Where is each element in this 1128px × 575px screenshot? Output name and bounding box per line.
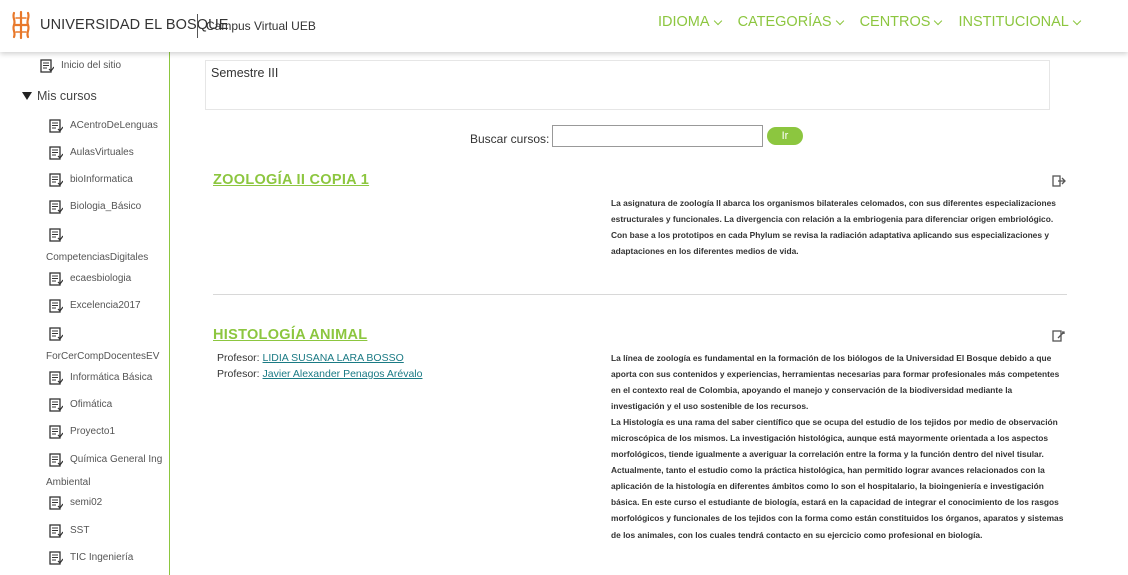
sidebar-course-item[interactable]: Biologia_Básico (70, 201, 141, 212)
nav-idioma[interactable]: IDIOMA (658, 14, 722, 30)
top-header: UNIVERSIDAD EL BOSQUE Campus Virtual UEB… (0, 0, 1128, 52)
course-page-icon (49, 146, 63, 160)
course-page-icon (49, 496, 63, 510)
nav-categorias-label: CATEGORÍAS (737, 14, 832, 30)
enrol-key-icon[interactable] (1052, 329, 1066, 343)
nav-centros[interactable]: CENTROS (859, 14, 943, 30)
chevron-down-icon (934, 16, 943, 25)
nav-centros-label: CENTROS (859, 14, 931, 30)
teacher-line: Profesor: LIDIA SUSANA LARA BOSSO (217, 352, 404, 364)
brand-divider (197, 14, 198, 38)
sidebar-course-item[interactable]: ecaesbiologia (70, 273, 131, 284)
expanded-triangle-icon (22, 92, 32, 100)
sidebar-course-item[interactable]: CompetenciasDigitales (46, 252, 148, 263)
course-page-icon (49, 524, 63, 538)
sidebar-course-item[interactable]: semi02 (70, 497, 102, 508)
enrol-arrow-icon[interactable] (1052, 174, 1066, 188)
teacher-link[interactable]: LIDIA SUSANA LARA BOSSO (263, 352, 404, 364)
search-go-button[interactable]: Ir (767, 127, 803, 145)
sidebar-item-inicio[interactable]: Inicio del sitio (61, 60, 121, 71)
course-page-icon (49, 453, 63, 467)
sidebar-course-item[interactable]: AulasVirtuales (70, 147, 134, 158)
course-page-icon (49, 371, 63, 385)
sidebar-course-item[interactable]: Ofimática (70, 399, 112, 410)
sidebar-navigation: Inicio del sitio Mis cursos ACentroDeLen… (0, 52, 170, 575)
nav-categorias[interactable]: CATEGORÍAS (737, 14, 844, 30)
search-courses-input[interactable] (552, 125, 763, 147)
sidebar-course-item[interactable]: ForCerCompDocentesEV (46, 351, 159, 362)
course-page-icon (49, 272, 63, 286)
category-description-box: Semestre III (205, 60, 1050, 110)
course-divider (213, 294, 1067, 295)
course-page-icon (49, 228, 63, 242)
course-page-icon (49, 398, 63, 412)
course-summary: La línea de zoología es fundamental en l… (611, 350, 1066, 543)
course-page-icon (49, 173, 63, 187)
university-name[interactable]: UNIVERSIDAD EL BOSQUE (40, 17, 229, 33)
course-page-icon (49, 119, 63, 133)
course-page-icon (49, 299, 63, 313)
search-label: Buscar cursos: (470, 132, 550, 146)
sidebar-course-item[interactable]: SST (70, 525, 89, 536)
teacher-label: Profesor: (217, 368, 260, 380)
nav-institucional[interactable]: INSTITUCIONAL (958, 14, 1082, 30)
my-courses-label: Mis cursos (37, 89, 97, 103)
sidebar-course-item[interactable]: TIC Ingeniería (70, 552, 133, 563)
nav-institucional-label: INSTITUCIONAL (958, 14, 1069, 30)
teacher-line: Profesor: Javier Alexander Penagos Aréva… (217, 368, 422, 380)
teacher-label: Profesor: (217, 352, 260, 364)
teacher-link[interactable]: Javier Alexander Penagos Arévalo (263, 368, 423, 380)
chevron-down-icon (835, 16, 844, 25)
course-summary-paragraph: La línea de zoología es fundamental en l… (611, 353, 1060, 412)
top-navigation: IDIOMA CATEGORÍAS CENTROS INSTITUCIONAL (658, 14, 1082, 30)
sidebar-my-courses[interactable]: Mis cursos (22, 89, 97, 103)
course-page-icon (40, 59, 54, 73)
nav-idioma-label: IDIOMA (658, 14, 710, 30)
course-page-icon (49, 425, 63, 439)
campus-name[interactable]: Campus Virtual UEB (206, 19, 316, 33)
sidebar-course-item[interactable]: Proyecto1 (70, 426, 115, 437)
chevron-down-icon (1072, 16, 1082, 25)
sidebar-course-item[interactable]: Química General Ing (70, 454, 162, 465)
course-title-link[interactable]: ZOOLOGÍA II COPIA 1 (213, 172, 369, 188)
course-title-link[interactable]: HISTOLOGÍA ANIMAL (213, 327, 367, 343)
sidebar-course-item[interactable]: bioInformatica (70, 174, 133, 185)
sidebar-course-item[interactable]: ACentroDeLenguas (70, 120, 158, 131)
sidebar-course-item-continued[interactable]: Ambiental (46, 477, 90, 488)
course-summary-paragraph: La Histología es una rama del saber cien… (611, 417, 1064, 540)
semester-label: Semestre III (211, 66, 279, 80)
sidebar-course-item[interactable]: Informática Básica (70, 372, 152, 383)
sidebar-course-item[interactable]: Excelencia2017 (70, 300, 141, 311)
chevron-down-icon (713, 16, 722, 25)
course-summary: La asignatura de zoología II abarca los … (611, 198, 1056, 257)
university-logo-icon[interactable] (10, 10, 32, 40)
course-page-icon (49, 327, 63, 341)
course-page-icon (49, 551, 63, 565)
course-page-icon (49, 200, 63, 214)
